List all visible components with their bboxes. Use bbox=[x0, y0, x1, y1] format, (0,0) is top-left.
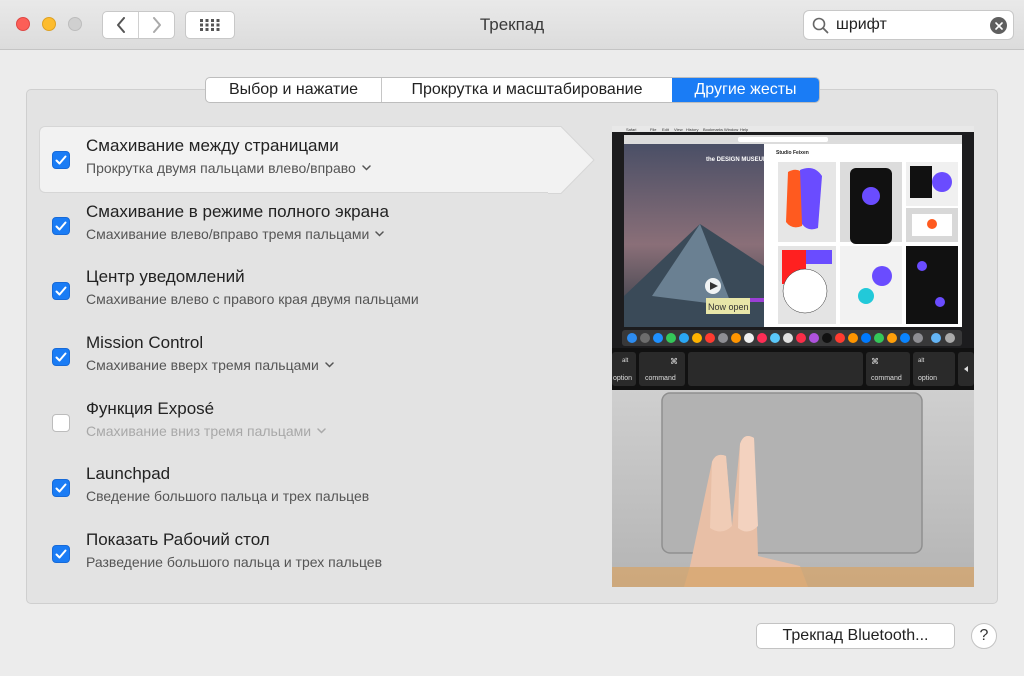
checkbox-swipe-pages[interactable] bbox=[52, 151, 70, 169]
gesture-option-dropdown[interactable]: Прокрутка двумя пальцами влево/вправо bbox=[86, 160, 371, 176]
menu-item: Edit bbox=[662, 127, 670, 132]
gesture-option-dropdown: Смахивание вниз тремя пальцами bbox=[86, 423, 326, 439]
search-input[interactable] bbox=[836, 15, 986, 35]
gesture-subtitle: Смахивание влево с правого края двумя па… bbox=[86, 291, 419, 307]
checkbox-mission-control[interactable] bbox=[52, 348, 70, 366]
menu-item: Bookmarks bbox=[703, 127, 723, 132]
gesture-launchpad[interactable]: Launchpad Сведение большого пальца и тре… bbox=[52, 454, 572, 514]
checkmark-icon bbox=[55, 155, 67, 165]
gesture-title: Смахивание между страницами bbox=[86, 136, 339, 155]
gesture-mission-control[interactable]: Mission Control Смахивание вверх тремя п… bbox=[52, 323, 572, 383]
menu-item: History bbox=[686, 127, 698, 132]
site-title: the DESIGN MUSEUM bbox=[706, 157, 768, 163]
search-icon bbox=[812, 17, 829, 34]
gesture-title: Центр уведомлений bbox=[86, 267, 245, 286]
gesture-subtitle: Сведение большого пальца и трех пальцев bbox=[86, 488, 370, 504]
svg-text:option: option bbox=[613, 375, 632, 382]
svg-text:option: option bbox=[918, 375, 937, 382]
gesture-subtitle: Разведение большого пальца и трех пальце… bbox=[86, 554, 383, 570]
search-field[interactable] bbox=[803, 10, 1014, 40]
chevron-down-icon bbox=[375, 231, 385, 237]
menu-item: Window bbox=[724, 127, 738, 132]
tab-scroll-zoom[interactable]: Прокрутка и масштабирование bbox=[381, 78, 672, 102]
tab-more-gestures[interactable]: Другие жесты bbox=[672, 78, 819, 102]
menu-item: Help bbox=[740, 127, 749, 132]
clear-search-button[interactable] bbox=[990, 17, 1007, 34]
checkmark-icon bbox=[55, 286, 67, 296]
menu-item: File bbox=[650, 127, 657, 132]
title-bar: Трекпад bbox=[0, 0, 1024, 50]
svg-text:⌘: ⌘ bbox=[670, 357, 678, 366]
svg-text:alt: alt bbox=[918, 358, 925, 364]
checkbox-expose[interactable] bbox=[52, 414, 70, 432]
menu-item: Safari bbox=[626, 127, 637, 132]
svg-text:command: command bbox=[871, 375, 902, 382]
gesture-subtitle: Смахивание вниз тремя пальцами bbox=[86, 423, 312, 439]
bluetooth-trackpad-button[interactable]: Трекпад Bluetooth... bbox=[756, 623, 955, 649]
gesture-subtitle: Прокрутка двумя пальцами влево/вправо bbox=[86, 160, 356, 176]
gesture-expose[interactable]: Функция Exposé Смахивание вниз тремя пал… bbox=[52, 389, 572, 449]
gesture-title: Launchpad bbox=[86, 464, 171, 483]
gesture-subtitle: Смахивание влево/вправо тремя пальцами bbox=[86, 226, 370, 242]
preview-illustration: Safari File Edit View History Bookmarks … bbox=[612, 126, 974, 587]
checkbox-launchpad[interactable] bbox=[52, 479, 70, 497]
close-icon bbox=[994, 21, 1003, 30]
gesture-swipe-fullscreen[interactable]: Смахивание в режиме полного экрана Смахи… bbox=[52, 192, 572, 252]
svg-text:alt: alt bbox=[622, 358, 629, 364]
gesture-title: Показать Рабочий стол bbox=[86, 530, 270, 549]
gesture-title: Смахивание в режиме полного экрана bbox=[86, 202, 389, 221]
gesture-show-desktop[interactable]: Показать Рабочий стол Разведение большог… bbox=[52, 520, 572, 580]
gesture-notification-center[interactable]: Центр уведомлений Смахивание влево с пра… bbox=[52, 257, 572, 317]
gesture-title: Mission Control bbox=[86, 333, 204, 352]
checkmark-icon bbox=[55, 221, 67, 231]
gesture-title: Функция Exposé bbox=[86, 399, 215, 418]
gesture-preview-image: Safari File Edit View History Bookmarks … bbox=[612, 126, 974, 587]
svg-text:⌘: ⌘ bbox=[871, 357, 879, 366]
gesture-swipe-pages[interactable]: Смахивание между страницами Прокрутка дв… bbox=[52, 126, 572, 186]
tab-bar: Выбор и нажатие Прокрутка и масштабирова… bbox=[205, 77, 820, 103]
svg-text:command: command bbox=[645, 375, 676, 382]
checkbox-show-desktop[interactable] bbox=[52, 545, 70, 563]
gesture-option-dropdown[interactable]: Смахивание вверх тремя пальцами bbox=[86, 357, 334, 373]
menu-item: View bbox=[674, 127, 683, 132]
chevron-down-icon bbox=[325, 362, 334, 368]
checkmark-icon bbox=[55, 549, 67, 559]
chevron-down-icon bbox=[362, 165, 371, 171]
chevron-down-icon bbox=[317, 428, 326, 434]
checkbox-swipe-fullscreen[interactable] bbox=[52, 217, 70, 235]
tab-point-click[interactable]: Выбор и нажатие bbox=[206, 78, 381, 102]
help-button[interactable]: ? bbox=[971, 623, 997, 649]
checkbox-notification-center[interactable] bbox=[52, 282, 70, 300]
banner-text: Now open bbox=[708, 302, 749, 312]
panel-title: Studio Feixen bbox=[776, 150, 809, 156]
checkmark-icon bbox=[55, 352, 67, 362]
gesture-option-dropdown[interactable]: Смахивание влево/вправо тремя пальцами bbox=[86, 226, 385, 242]
checkmark-icon bbox=[55, 483, 67, 493]
gesture-subtitle: Смахивание вверх тремя пальцами bbox=[86, 357, 319, 373]
